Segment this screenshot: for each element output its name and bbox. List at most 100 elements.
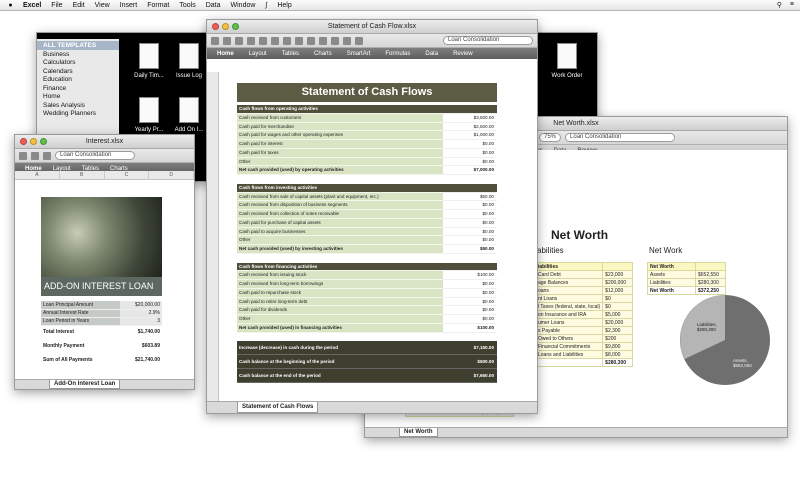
ribbon-tab-review[interactable]: Review bbox=[453, 51, 473, 57]
category-finance[interactable]: Finance bbox=[37, 84, 119, 93]
ribbon-tab-home[interactable]: Home bbox=[217, 51, 234, 57]
menu-view[interactable]: View bbox=[95, 2, 110, 9]
sheet-tab-statement[interactable]: Statement of Cash Flows bbox=[237, 402, 319, 413]
new-icon[interactable] bbox=[211, 36, 219, 45]
ribbon-tab-smartart[interactable]: SmartArt bbox=[347, 51, 371, 57]
category-all-templates[interactable]: ALL TEMPLATES bbox=[37, 41, 119, 50]
ribbon-tab-charts[interactable]: Charts bbox=[314, 51, 332, 57]
minimize-icon[interactable] bbox=[222, 23, 229, 30]
category-education[interactable]: Education bbox=[37, 75, 119, 84]
close-icon[interactable] bbox=[212, 23, 219, 30]
category-calendars[interactable]: Calendars bbox=[37, 67, 119, 76]
cash-flow-row[interactable]: Cash received from sale of capital asset… bbox=[237, 192, 497, 202]
cash-flow-row[interactable]: Other $0.00 bbox=[237, 157, 497, 167]
cash-flow-row[interactable]: Cash balance at the end of the period $7,… bbox=[237, 369, 497, 384]
cash-flow-row[interactable]: Cash received from customers $3,500.00 bbox=[237, 113, 497, 123]
net-worth-zoom[interactable]: 75% bbox=[539, 133, 562, 142]
cash-flow-row[interactable]: Cash paid to repurchase stock $0.00 bbox=[237, 288, 497, 298]
template-thumb-work-order[interactable] bbox=[557, 43, 577, 69]
net-worth-search-input[interactable]: Loan Consolidation bbox=[565, 133, 676, 142]
column-header[interactable]: B bbox=[60, 171, 105, 179]
script-menu-icon[interactable]: ∫ bbox=[265, 2, 267, 9]
column-header[interactable]: A bbox=[15, 171, 60, 179]
zoom-icon[interactable] bbox=[40, 138, 47, 145]
cash-flow-row[interactable] bbox=[237, 332, 497, 342]
save-icon[interactable] bbox=[43, 151, 51, 160]
cash-flow-row[interactable]: Cash paid for merchandise $2,500.00 bbox=[237, 122, 497, 132]
template-thumb-yearly[interactable] bbox=[139, 97, 159, 123]
open-icon[interactable] bbox=[31, 151, 39, 160]
cash-flow-row[interactable]: Cash paid to acquire businesses $0.00 bbox=[237, 227, 497, 237]
cash-flow-sheet[interactable]: Statement of Cash Flows Cash flows from … bbox=[207, 72, 537, 401]
cash-flow-row[interactable]: Cash paid for taxes $0.00 bbox=[237, 148, 497, 158]
cash-flow-row[interactable]: Cash paid for dividends $0.00 bbox=[237, 306, 497, 315]
copy-icon[interactable] bbox=[271, 36, 279, 45]
undo-icon[interactable] bbox=[307, 36, 315, 45]
column-header[interactable]: D bbox=[149, 171, 194, 179]
sheet-tab-net-worth[interactable]: Net Worth bbox=[399, 428, 438, 437]
sort-icon[interactable] bbox=[331, 36, 339, 45]
open-icon[interactable] bbox=[223, 36, 231, 45]
cash-flow-row[interactable]: Other $0.00 bbox=[237, 315, 497, 324]
column-header[interactable]: C bbox=[105, 171, 150, 179]
net-worth-pie-chart[interactable]: Liabilities, $280,300 Assets, $652,550 bbox=[677, 292, 773, 388]
menu-edit[interactable]: Edit bbox=[73, 2, 85, 9]
cash-flow-row[interactable]: Cash balance at the beginning of the per… bbox=[237, 355, 497, 370]
cash-flow-row[interactable]: Cash flows from investing activities bbox=[237, 183, 497, 193]
new-icon[interactable] bbox=[19, 151, 27, 160]
paste-icon[interactable] bbox=[283, 36, 291, 45]
ribbon-tab-tables[interactable]: Tables bbox=[282, 51, 299, 57]
template-thumb-add-on[interactable] bbox=[179, 97, 199, 123]
cash-flow-row[interactable]: Cash flows from financing activities bbox=[237, 262, 497, 272]
ribbon-tab-layout[interactable]: Layout bbox=[249, 51, 267, 57]
cash-flow-row[interactable]: Net cash provided (used) by operating ac… bbox=[237, 166, 497, 175]
loan-input-value[interactable]: 2.9% bbox=[119, 309, 162, 318]
cut-icon[interactable] bbox=[259, 36, 267, 45]
cash-flow-row[interactable]: Cash received from long-term borrowings $… bbox=[237, 280, 497, 289]
interest-titlebar[interactable]: Interest.xlsx bbox=[15, 135, 194, 149]
category-business[interactable]: Business bbox=[37, 50, 119, 59]
save-icon[interactable] bbox=[235, 36, 243, 45]
print-icon[interactable] bbox=[247, 36, 255, 45]
cash-flow-titlebar[interactable]: Statement of Cash Flow.xlsx bbox=[207, 20, 537, 34]
menu-format[interactable]: Format bbox=[147, 2, 169, 9]
cash-flow-row[interactable]: Increase (decrease) in cash during the p… bbox=[237, 341, 497, 356]
gallery-icon[interactable] bbox=[355, 36, 363, 45]
cash-flow-row[interactable]: Other $0.00 bbox=[237, 236, 497, 245]
category-home[interactable]: Home bbox=[37, 92, 119, 101]
menu-tools[interactable]: Tools bbox=[179, 2, 195, 9]
close-icon[interactable] bbox=[20, 138, 27, 145]
template-thumb-issue[interactable] bbox=[179, 43, 199, 69]
ribbon-tab-formulas[interactable]: Formulas bbox=[385, 51, 410, 57]
filter-icon[interactable] bbox=[343, 36, 351, 45]
interest-sheet[interactable]: ADD-ON INTEREST LOAN Loan Principal Amou… bbox=[15, 181, 194, 379]
spotlight-icon[interactable]: ⚲ bbox=[777, 1, 782, 9]
cash-flow-row[interactable] bbox=[237, 175, 497, 184]
interest-search-input[interactable]: Loan Consolidation bbox=[55, 151, 135, 160]
ribbon-tab-data[interactable]: Data bbox=[425, 51, 438, 57]
menu-insert[interactable]: Insert bbox=[120, 2, 138, 9]
category-wedding-planners[interactable]: Wedding Planners bbox=[37, 109, 119, 118]
loan-input-value[interactable]: $20,000.00 bbox=[119, 301, 162, 310]
zoom-icon[interactable] bbox=[232, 23, 239, 30]
cash-flow-row[interactable]: Cash paid for purchase of capital assets… bbox=[237, 218, 497, 228]
sheet-tab-add-on-interest-loan[interactable]: Add-On Interest Loan bbox=[49, 380, 121, 389]
cash-flow-row[interactable] bbox=[237, 253, 497, 263]
menu-window[interactable]: Window bbox=[231, 2, 256, 9]
template-thumb-daily[interactable] bbox=[139, 43, 159, 69]
row-headers[interactable] bbox=[207, 72, 219, 401]
menu-data[interactable]: Data bbox=[206, 2, 221, 9]
cash-flow-row[interactable]: Net cash provided (used) by investing ac… bbox=[237, 245, 497, 254]
menu-help[interactable]: Help bbox=[277, 2, 291, 9]
autosum-icon[interactable] bbox=[319, 36, 327, 45]
cash-flow-row[interactable]: Net cash provided (used) in financing ac… bbox=[237, 323, 497, 333]
cash-flow-row[interactable]: Cash paid for wages and other operating … bbox=[237, 131, 497, 140]
apple-icon[interactable]: ● bbox=[6, 2, 15, 9]
category-sales-analysis[interactable]: Sales Analysis bbox=[37, 101, 119, 110]
cash-flow-row[interactable]: Cash flows from operating activities bbox=[237, 105, 497, 114]
menu-file[interactable]: File bbox=[51, 2, 62, 9]
cash-flow-search-input[interactable]: Loan Consolidation bbox=[443, 36, 533, 45]
cash-flow-row[interactable]: Cash received from issuing stock $100.00 bbox=[237, 271, 497, 280]
cash-flow-row[interactable]: Cash received from collection of notes r… bbox=[237, 210, 497, 219]
cash-flow-row[interactable]: Cash received from disposition of busine… bbox=[237, 201, 497, 210]
